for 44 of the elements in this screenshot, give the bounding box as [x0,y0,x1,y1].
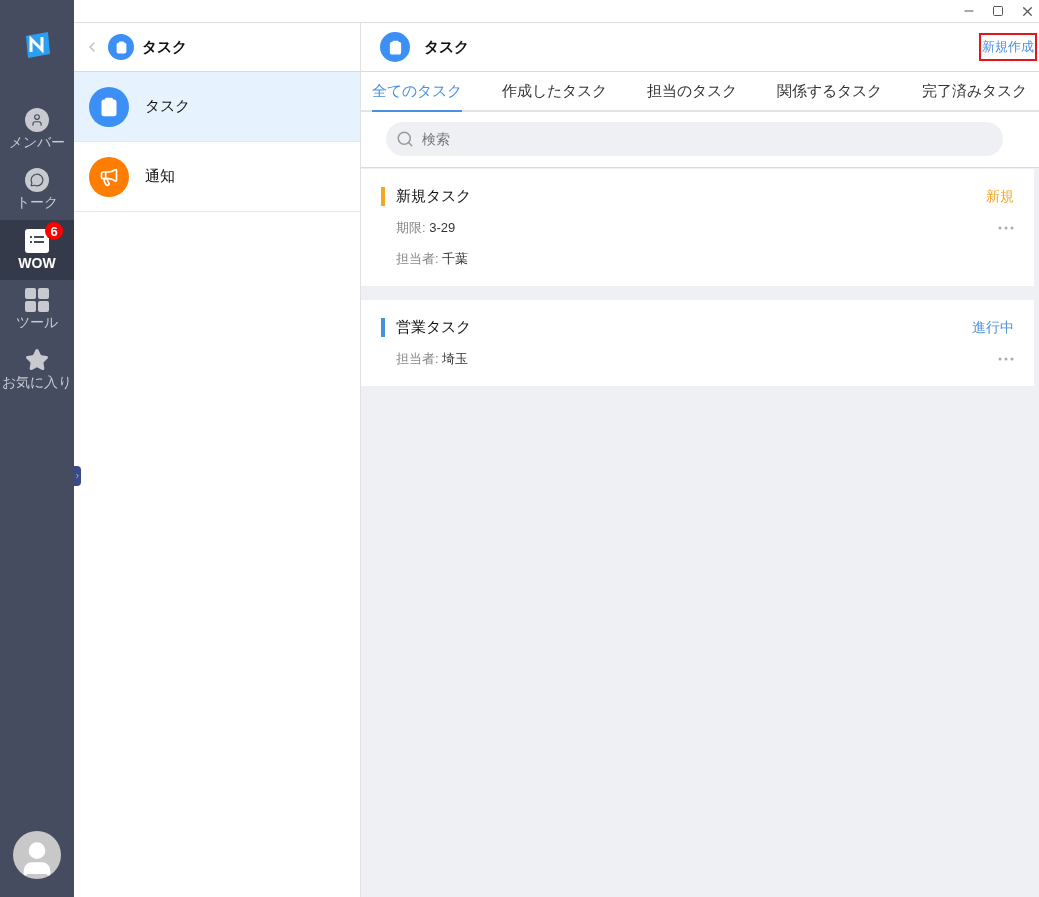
expand-handle[interactable] [74,466,81,486]
item-label: タスク [145,97,190,116]
nav-label: ツール [16,314,58,332]
clipboard-icon [108,34,134,60]
list-item[interactable]: タスク [74,72,360,142]
nav-item[interactable]: トーク [0,160,74,220]
clipboard-icon [89,86,129,127]
task-title: 営業タスク [396,318,471,337]
clipboard-icon [380,32,410,62]
chat-icon [25,168,49,192]
nav-item[interactable]: メンバー [0,100,74,160]
task-field: 期限: 3-29 [396,219,456,237]
task-card[interactable]: 新規タスク 新規 期限: 3-29 担当者: 千葉 [361,169,1034,286]
nav-label: WOW [18,255,56,271]
person-icon [25,108,49,132]
tab[interactable]: 担当のタスク [647,72,737,112]
tab[interactable]: 完了済みタスク [922,72,1027,112]
nav-item[interactable]: お気に入り [0,340,74,400]
panel-title: タスク [142,37,187,57]
tab[interactable]: 作成したタスク [502,72,607,112]
task-field: 担当者: 埼玉 [396,350,469,368]
task-status: 新規 [986,187,1014,206]
grid-icon [25,288,49,312]
task-status: 進行中 [972,318,1014,337]
item-label: 通知 [145,167,175,186]
nav-item[interactable]: ツール [0,280,74,340]
new-button[interactable]: 新規作成 [979,33,1037,61]
nav-label: メンバー [9,134,65,152]
star-icon [25,348,49,372]
avatar-icon[interactable] [13,831,61,879]
nav-label: トーク [16,194,58,212]
search-icon [396,130,414,148]
maximize-icon[interactable] [992,5,1004,17]
nav-label: お気に入り [2,374,72,392]
nav-item[interactable]: 6 WOW [0,220,74,280]
list-icon [25,229,49,253]
task-title: 新規タスク [396,187,471,206]
task-card[interactable]: 営業タスク 進行中 担当者: 埼玉 [361,300,1034,386]
megaphone-icon [89,156,129,197]
tab[interactable]: 関係するタスク [777,72,882,112]
search-field[interactable]: 検索 [386,122,1003,156]
page-title: タスク [424,37,469,57]
count-badge: 6 [45,222,63,240]
task-field: 担当者: 千葉 [396,250,469,268]
